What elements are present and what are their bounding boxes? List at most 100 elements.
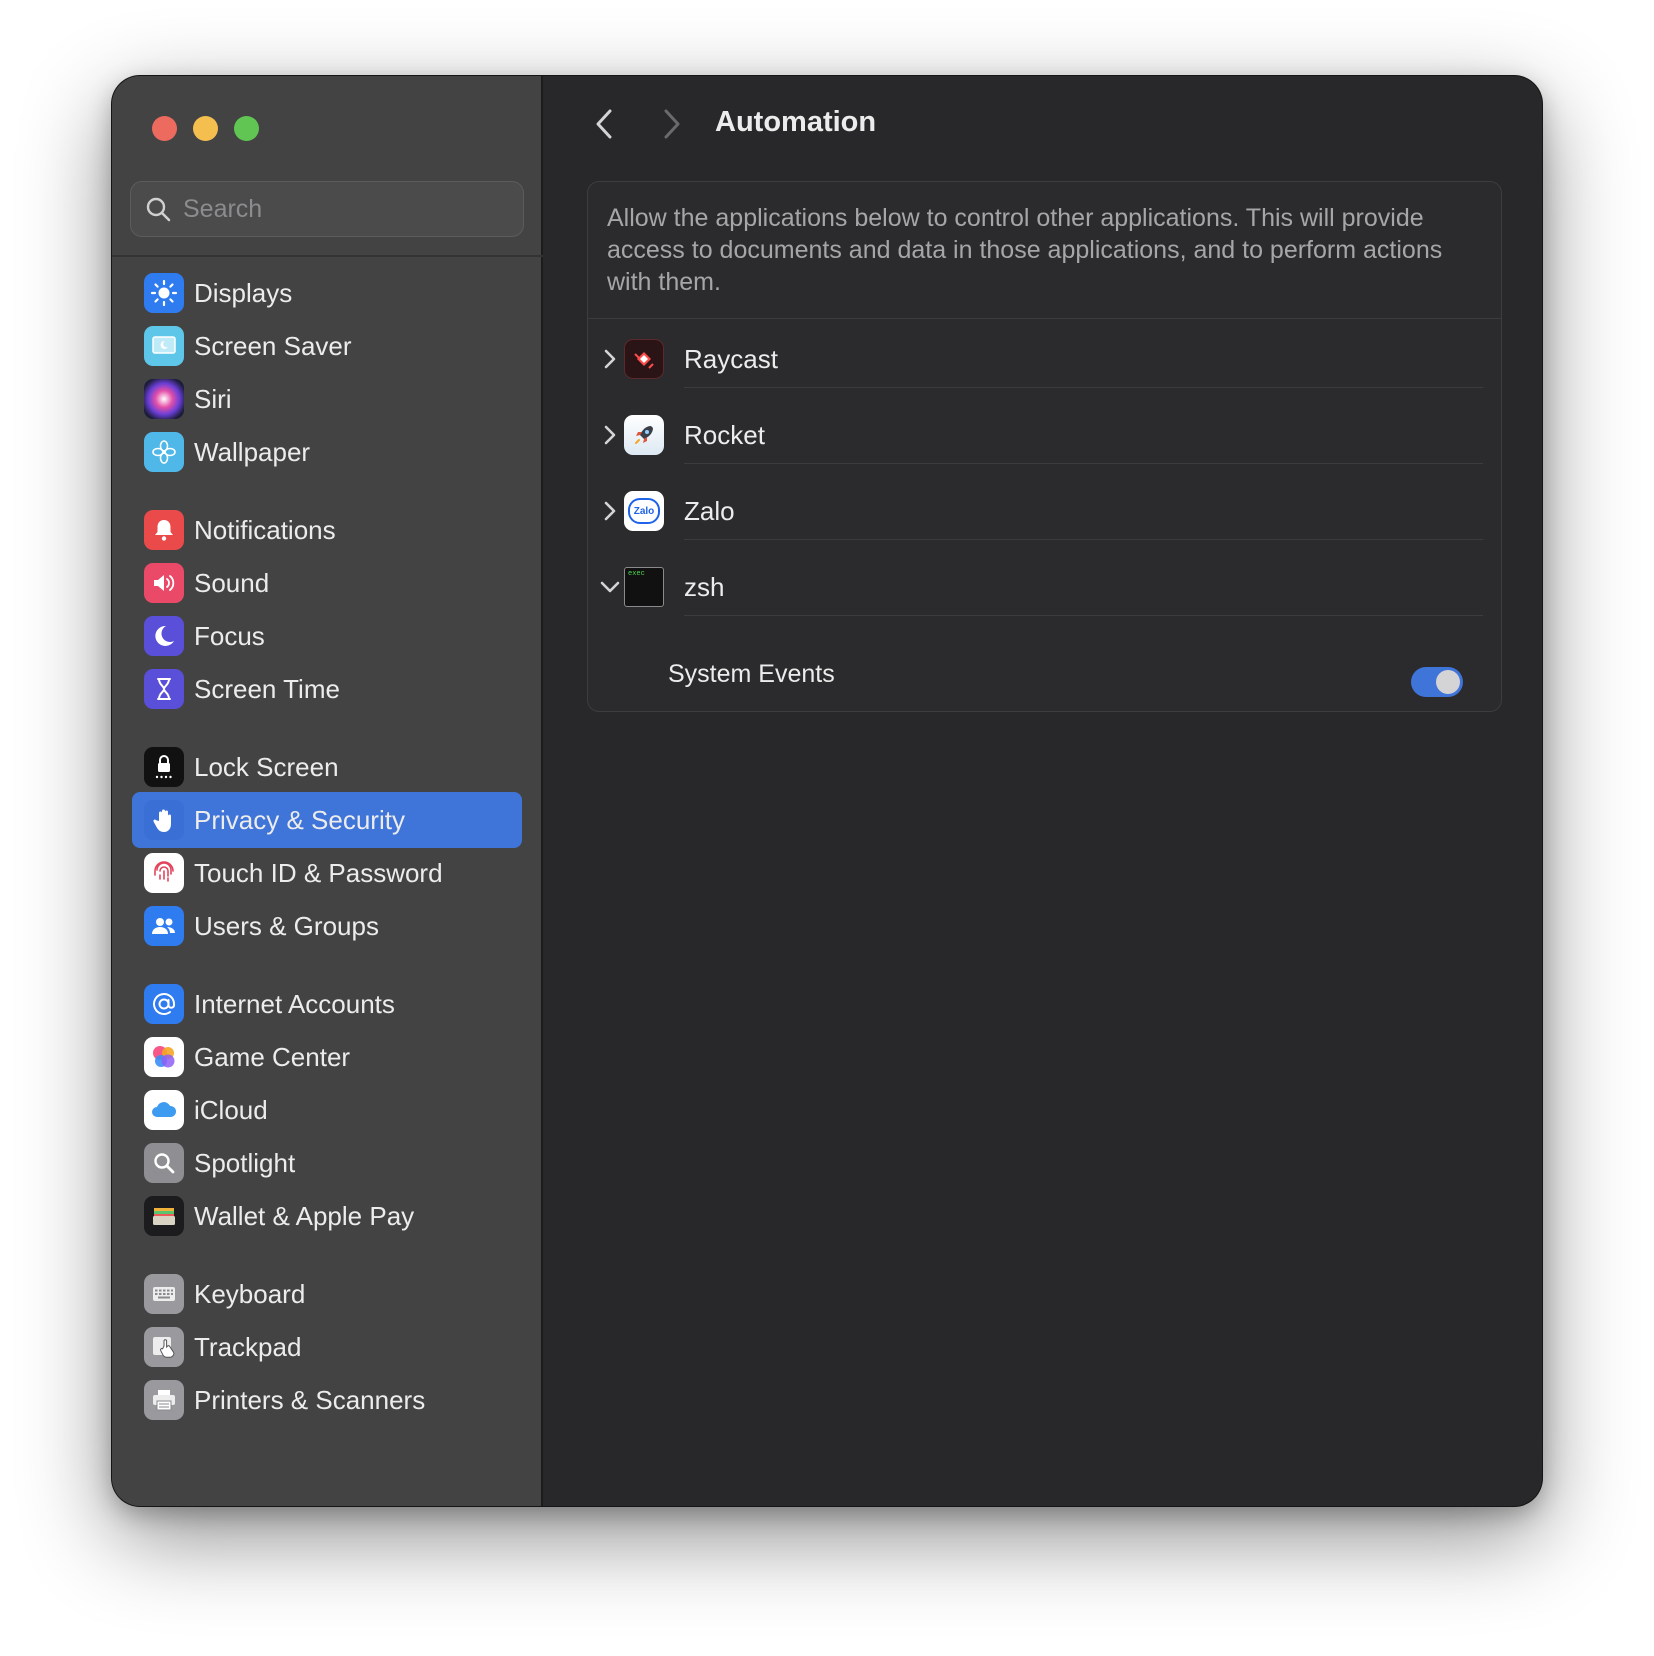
sidebar-item-wallet-apple-pay[interactable]: Wallet & Apple Pay: [132, 1188, 522, 1244]
divider: [684, 615, 1483, 616]
trackpad-icon: [144, 1327, 184, 1367]
sound-icon: [144, 563, 184, 603]
rocket-icon: [624, 415, 664, 455]
sidebar-divider: [112, 255, 543, 257]
wallpaper-icon: [144, 432, 184, 472]
sidebar-item-label: Keyboard: [194, 1278, 306, 1309]
system-settings-window: Displays Screen Saver Siri Wallpaper: [112, 76, 1542, 1506]
sidebar-item-label: Screen Saver: [194, 330, 352, 361]
sidebar-item-printers-scanners[interactable]: Printers & Scanners: [132, 1372, 522, 1428]
sidebar: Displays Screen Saver Siri Wallpaper: [112, 76, 543, 1506]
sidebar-item-label: Internet Accounts: [194, 988, 395, 1019]
sidebar-item-siri[interactable]: Siri: [132, 371, 522, 427]
sidebar-item-sound[interactable]: Sound: [132, 555, 522, 611]
sidebar-item-label: Focus: [194, 620, 265, 651]
sidebar-item-spotlight[interactable]: Spotlight: [132, 1135, 522, 1191]
sidebar-item-trackpad[interactable]: Trackpad: [132, 1319, 522, 1375]
lock-screen-icon: [144, 747, 184, 787]
app-name: Zalo: [684, 495, 735, 526]
sidebar-item-label: Screen Time: [194, 673, 340, 704]
chevron-right-icon[interactable]: [598, 499, 622, 523]
sidebar-item-wallpaper[interactable]: Wallpaper: [132, 424, 522, 480]
sidebar-item-focus[interactable]: Focus: [132, 608, 522, 664]
search-input[interactable]: [183, 194, 483, 224]
sidebar-item-label: Wallpaper: [194, 436, 311, 467]
toggle-knob: [1436, 670, 1460, 694]
automation-description: Allow the applications below to control …: [607, 204, 1443, 296]
traffic-lights: [152, 116, 259, 141]
sub-item-label: System Events: [668, 660, 835, 688]
at-sign-icon: [144, 984, 184, 1024]
search-field[interactable]: [130, 181, 524, 237]
sidebar-item-label: Displays: [194, 277, 293, 308]
wallet-icon: [144, 1196, 184, 1236]
sidebar-item-users-groups[interactable]: Users & Groups: [132, 898, 522, 954]
sidebar-item-label: Touch ID & Password: [194, 857, 443, 888]
sidebar-item-lock-screen[interactable]: Lock Screen: [132, 739, 522, 795]
chevron-right-icon: [664, 109, 680, 139]
toolbar: Automation: [545, 76, 1542, 176]
game-center-icon: [144, 1037, 184, 1077]
screen-time-icon: [144, 669, 184, 709]
sidebar-item-label: Trackpad: [194, 1331, 302, 1362]
back-button[interactable]: [585, 104, 625, 144]
chevron-right-icon[interactable]: [598, 423, 622, 447]
sidebar-item-game-center[interactable]: Game Center: [132, 1029, 522, 1085]
app-name: zsh: [684, 571, 725, 602]
displays-icon: [144, 273, 184, 313]
divider: [684, 539, 1483, 540]
sidebar-item-label: Siri: [194, 383, 232, 414]
screen-saver-icon: [144, 326, 184, 366]
close-window-button[interactable]: [152, 116, 177, 141]
sidebar-item-privacy-security[interactable]: Privacy & Security: [132, 792, 522, 848]
search-icon: [146, 197, 171, 222]
chevron-down-icon[interactable]: [598, 575, 622, 599]
sidebar-item-internet-accounts[interactable]: Internet Accounts: [132, 976, 522, 1032]
icloud-icon: [144, 1090, 184, 1130]
spotlight-icon: [144, 1143, 184, 1183]
sidebar-item-label: Wallet & Apple Pay: [194, 1200, 415, 1231]
page-title: Automation: [715, 106, 877, 138]
sidebar-item-notifications[interactable]: Notifications: [132, 502, 522, 558]
sub-row-system-events: System Events: [588, 640, 1501, 710]
raycast-icon: [624, 339, 664, 379]
zalo-icon-text: Zalo: [633, 505, 655, 517]
chevron-left-icon: [596, 109, 612, 139]
sidebar-item-label: Game Center: [194, 1041, 351, 1072]
app-name: Raycast: [684, 343, 778, 374]
sidebar-item-label: Lock Screen: [194, 751, 339, 782]
notifications-icon: [144, 510, 184, 550]
sidebar-item-label: Notifications: [194, 514, 336, 545]
zalo-icon: Zalo: [624, 491, 664, 531]
terminal-exec-text: exec: [628, 570, 645, 578]
automation-panel: Allow the applications below to control …: [587, 181, 1502, 712]
sidebar-item-label: iCloud: [194, 1094, 268, 1125]
chevron-right-icon[interactable]: [598, 347, 622, 371]
app-name: Rocket: [684, 419, 765, 450]
sidebar-item-touch-id-password[interactable]: Touch ID & Password: [132, 845, 522, 901]
sidebar-item-keyboard[interactable]: Keyboard: [132, 1266, 522, 1322]
sidebar-item-displays[interactable]: Displays: [132, 265, 522, 321]
terminal-exec-icon: exec: [624, 567, 664, 607]
sidebar-item-screen-saver[interactable]: Screen Saver: [132, 318, 522, 374]
focus-icon: [144, 616, 184, 656]
sidebar-item-label: Printers & Scanners: [194, 1384, 426, 1415]
zoom-window-button[interactable]: [234, 116, 259, 141]
sidebar-item-label: Users & Groups: [194, 910, 379, 941]
sidebar-item-icloud[interactable]: iCloud: [132, 1082, 522, 1138]
privacy-hand-icon: [144, 800, 184, 840]
sidebar-item-screen-time[interactable]: Screen Time: [132, 661, 522, 717]
sidebar-item-label: Sound: [194, 567, 270, 598]
users-icon: [144, 906, 184, 946]
printer-icon: [144, 1380, 184, 1420]
divider: [684, 387, 1483, 388]
sidebar-item-label: Spotlight: [194, 1147, 296, 1178]
system-events-toggle[interactable]: [1411, 667, 1463, 697]
main-pane: Automation Allow the applications below …: [545, 76, 1542, 1506]
fingerprint-icon: [144, 853, 184, 893]
divider: [684, 463, 1483, 464]
forward-button[interactable]: [651, 104, 691, 144]
minimize-window-button[interactable]: [193, 116, 218, 141]
siri-icon: [144, 379, 184, 419]
sidebar-item-label: Privacy & Security: [194, 804, 405, 835]
